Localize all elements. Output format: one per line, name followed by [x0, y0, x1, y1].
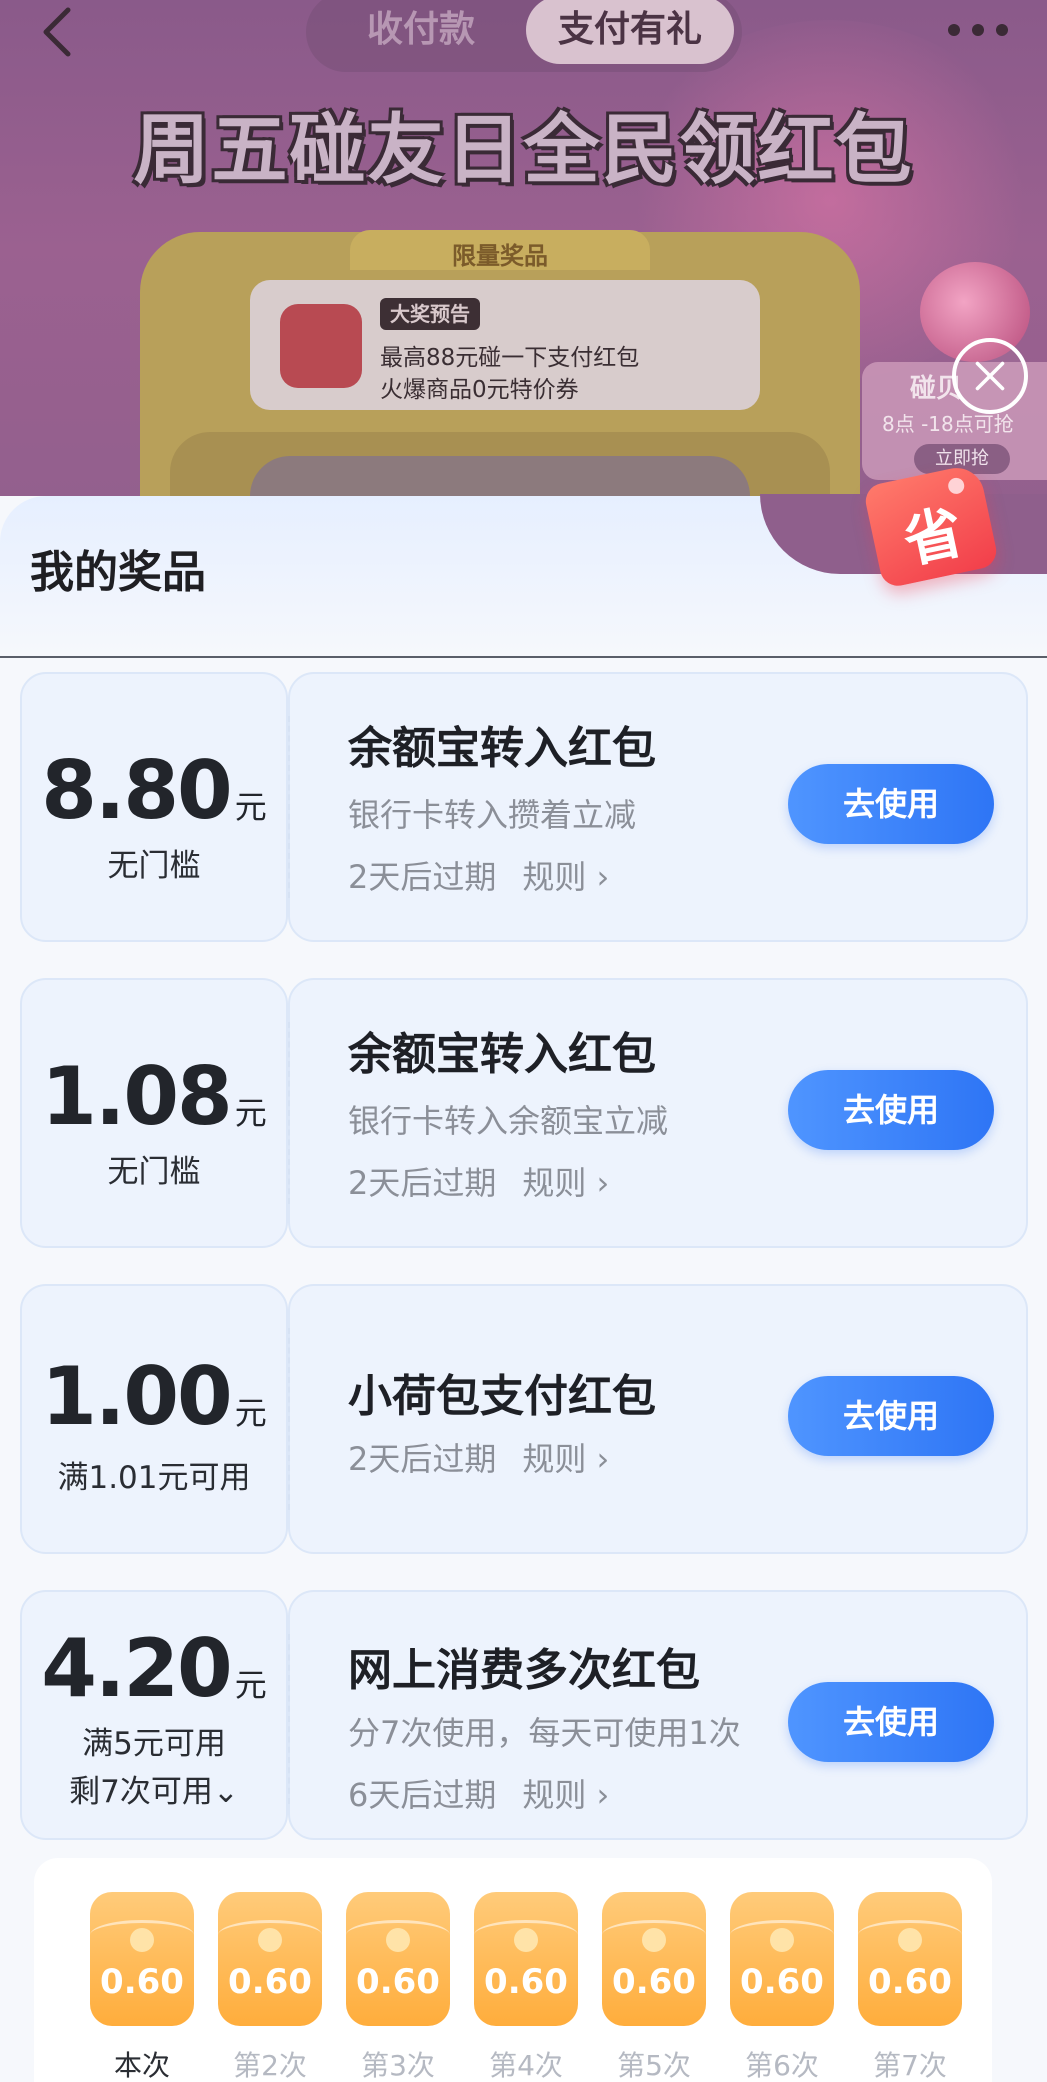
amount-value: 8.80	[41, 744, 232, 837]
prize-preview: 大奖预告 最高88元碰一下支付红包 火爆商品0元特价券	[250, 280, 760, 410]
expiry-text: 6天后过期	[348, 1776, 497, 1814]
tab-receive-pay[interactable]: 收付款	[326, 0, 516, 64]
coupon-divider	[288, 1022, 290, 1204]
red-packet-icon: 0.60	[858, 1892, 962, 2026]
coupon-condition: 无门槛	[107, 848, 201, 884]
packet-label: 本次	[113, 2049, 170, 2082]
rules-link[interactable]: 规则 ›	[522, 1440, 609, 1478]
use-button[interactable]: 去使用	[788, 764, 994, 844]
coupon-amount: 1.00 元	[20, 1350, 288, 1443]
amount-value: 1.00	[41, 1350, 232, 1443]
expiry-text: 2天后过期	[348, 858, 497, 896]
remaining-uses: 剩7次可用	[69, 1774, 213, 1810]
amount-value: 1.08	[41, 1050, 232, 1143]
packet-value: 0.60	[228, 1962, 312, 2002]
amount-unit: 元	[234, 1094, 267, 1132]
packet-label: 第5次	[617, 2049, 691, 2082]
coupon-meta: 2天后过期 规则 ›	[348, 1434, 609, 1480]
rules-link[interactable]: 规则 ›	[522, 1164, 609, 1202]
coupon-meta: 6天后过期 规则 ›	[348, 1770, 609, 1816]
packet-label: 第4次	[489, 2049, 563, 2082]
rules-link[interactable]: 规则 ›	[522, 1776, 609, 1814]
coupon-description: 银行卡转入攒着立减	[348, 796, 637, 834]
coupon-card: 1.08 元 无门槛 余额宝转入红包 银行卡转入余额宝立减 2天后过期 规则 › 去…	[20, 978, 1028, 1248]
tab-pay-rewards[interactable]: 支付有礼	[526, 0, 734, 64]
packet-value: 0.60	[484, 1962, 568, 2002]
coupon-card: 8.80 元 无门槛 余额宝转入红包 银行卡转入攒着立减 2天后过期 规则 › 去使…	[20, 672, 1028, 942]
more-dots-icon[interactable]	[946, 22, 1010, 38]
packet-value: 0.60	[356, 1962, 440, 2002]
coupon-condition: 满1.01元可用	[57, 1460, 251, 1496]
red-packet-icon: 0.60	[346, 1892, 450, 2026]
amount-unit: 元	[234, 1666, 267, 1704]
use-button[interactable]: 去使用	[788, 1682, 994, 1762]
coupon-divider	[288, 1328, 290, 1510]
use-button[interactable]: 去使用	[788, 1376, 994, 1456]
coupon-meta: 2天后过期 规则 ›	[348, 1158, 609, 1204]
red-packet-icon: 0.60	[602, 1892, 706, 2026]
red-packet-icon: 0.60	[730, 1892, 834, 2026]
coupon-description: 银行卡转入余额宝立减	[348, 1102, 669, 1140]
packet-seal	[130, 1928, 154, 1952]
expiry-text: 2天后过期	[348, 1164, 497, 1202]
packet-value: 0.60	[868, 1962, 952, 2002]
coupon-condition: 无门槛	[107, 1154, 201, 1190]
chevron-left-icon[interactable]	[38, 6, 78, 58]
coupon-amount: 1.08 元	[20, 1050, 288, 1143]
red-packet-icon: 0.60	[90, 1892, 194, 2026]
coupon-title: 小荷包支付红包	[348, 1371, 656, 1422]
coupon-amount: 4.20 元	[20, 1622, 288, 1715]
top-tabs: 收付款 支付有礼	[306, 0, 742, 72]
remaining-uses-toggle[interactable]: 剩7次可用⌄	[20, 1766, 288, 1811]
use-button[interactable]: 去使用	[788, 1070, 994, 1150]
sheet-title: 我的奖品	[30, 547, 206, 598]
coupon-title: 网上消费多次红包	[348, 1645, 700, 1696]
coupon-meta: 2天后过期 规则 ›	[348, 852, 609, 898]
expiry-text: 2天后过期	[348, 1440, 497, 1478]
packet-seal	[258, 1928, 282, 1952]
packet-value: 0.60	[740, 1962, 824, 2002]
chevron-down-icon: ⌄	[212, 1774, 239, 1810]
packet-label: 第3次	[361, 2049, 435, 2082]
prize-line: 最高88元碰一下支付红包	[380, 345, 640, 371]
banner-title: 周五碰友日全民领红包	[133, 105, 914, 194]
packet-value: 0.60	[612, 1962, 696, 2002]
coupon-title: 余额宝转入红包	[348, 1029, 656, 1080]
packet-label: 第6次	[745, 2049, 819, 2082]
packet-seal	[898, 1928, 922, 1952]
packet-seal	[514, 1928, 538, 1952]
coupon-condition: 满5元可用	[82, 1726, 226, 1762]
packet-seal	[770, 1928, 794, 1952]
coupon-description: 分7次使用，每天可使用1次	[348, 1714, 741, 1752]
red-packet-icon: 0.60	[474, 1892, 578, 2026]
amount-value: 4.20	[41, 1622, 232, 1715]
packet-label: 第7次	[873, 2049, 947, 2082]
machine-label: 限量奖品	[452, 242, 548, 270]
red-packet-icon	[280, 304, 362, 388]
packet-seal	[642, 1928, 666, 1952]
coupon-divider	[288, 716, 290, 898]
close-icon[interactable]	[952, 338, 1028, 414]
coupon-title: 余额宝转入红包	[348, 723, 656, 774]
machine-head: 限量奖品	[350, 230, 650, 270]
installment-packets: 0.60 本次 0.60 第2次 0.60 第3次 0.60 第4次 0.60 …	[34, 1858, 992, 2082]
coupon-amount: 8.80 元	[20, 744, 288, 837]
prize-line: 火爆商品0元特价券	[380, 377, 579, 403]
prize-badge: 大奖预告	[380, 298, 480, 330]
coupon-divider	[288, 1634, 290, 1804]
amount-unit: 元	[234, 1394, 267, 1432]
amount-unit: 元	[234, 788, 267, 826]
packet-seal	[386, 1928, 410, 1952]
coupon-card: 1.00 元 满1.01元可用 小荷包支付红包 2天后过期 规则 › 去使用	[20, 1284, 1028, 1554]
packet-label: 第2次	[233, 2049, 307, 2082]
packet-value: 0.60	[100, 1962, 184, 2002]
rules-link[interactable]: 规则 ›	[522, 858, 609, 896]
red-packet-icon: 0.60	[218, 1892, 322, 2026]
